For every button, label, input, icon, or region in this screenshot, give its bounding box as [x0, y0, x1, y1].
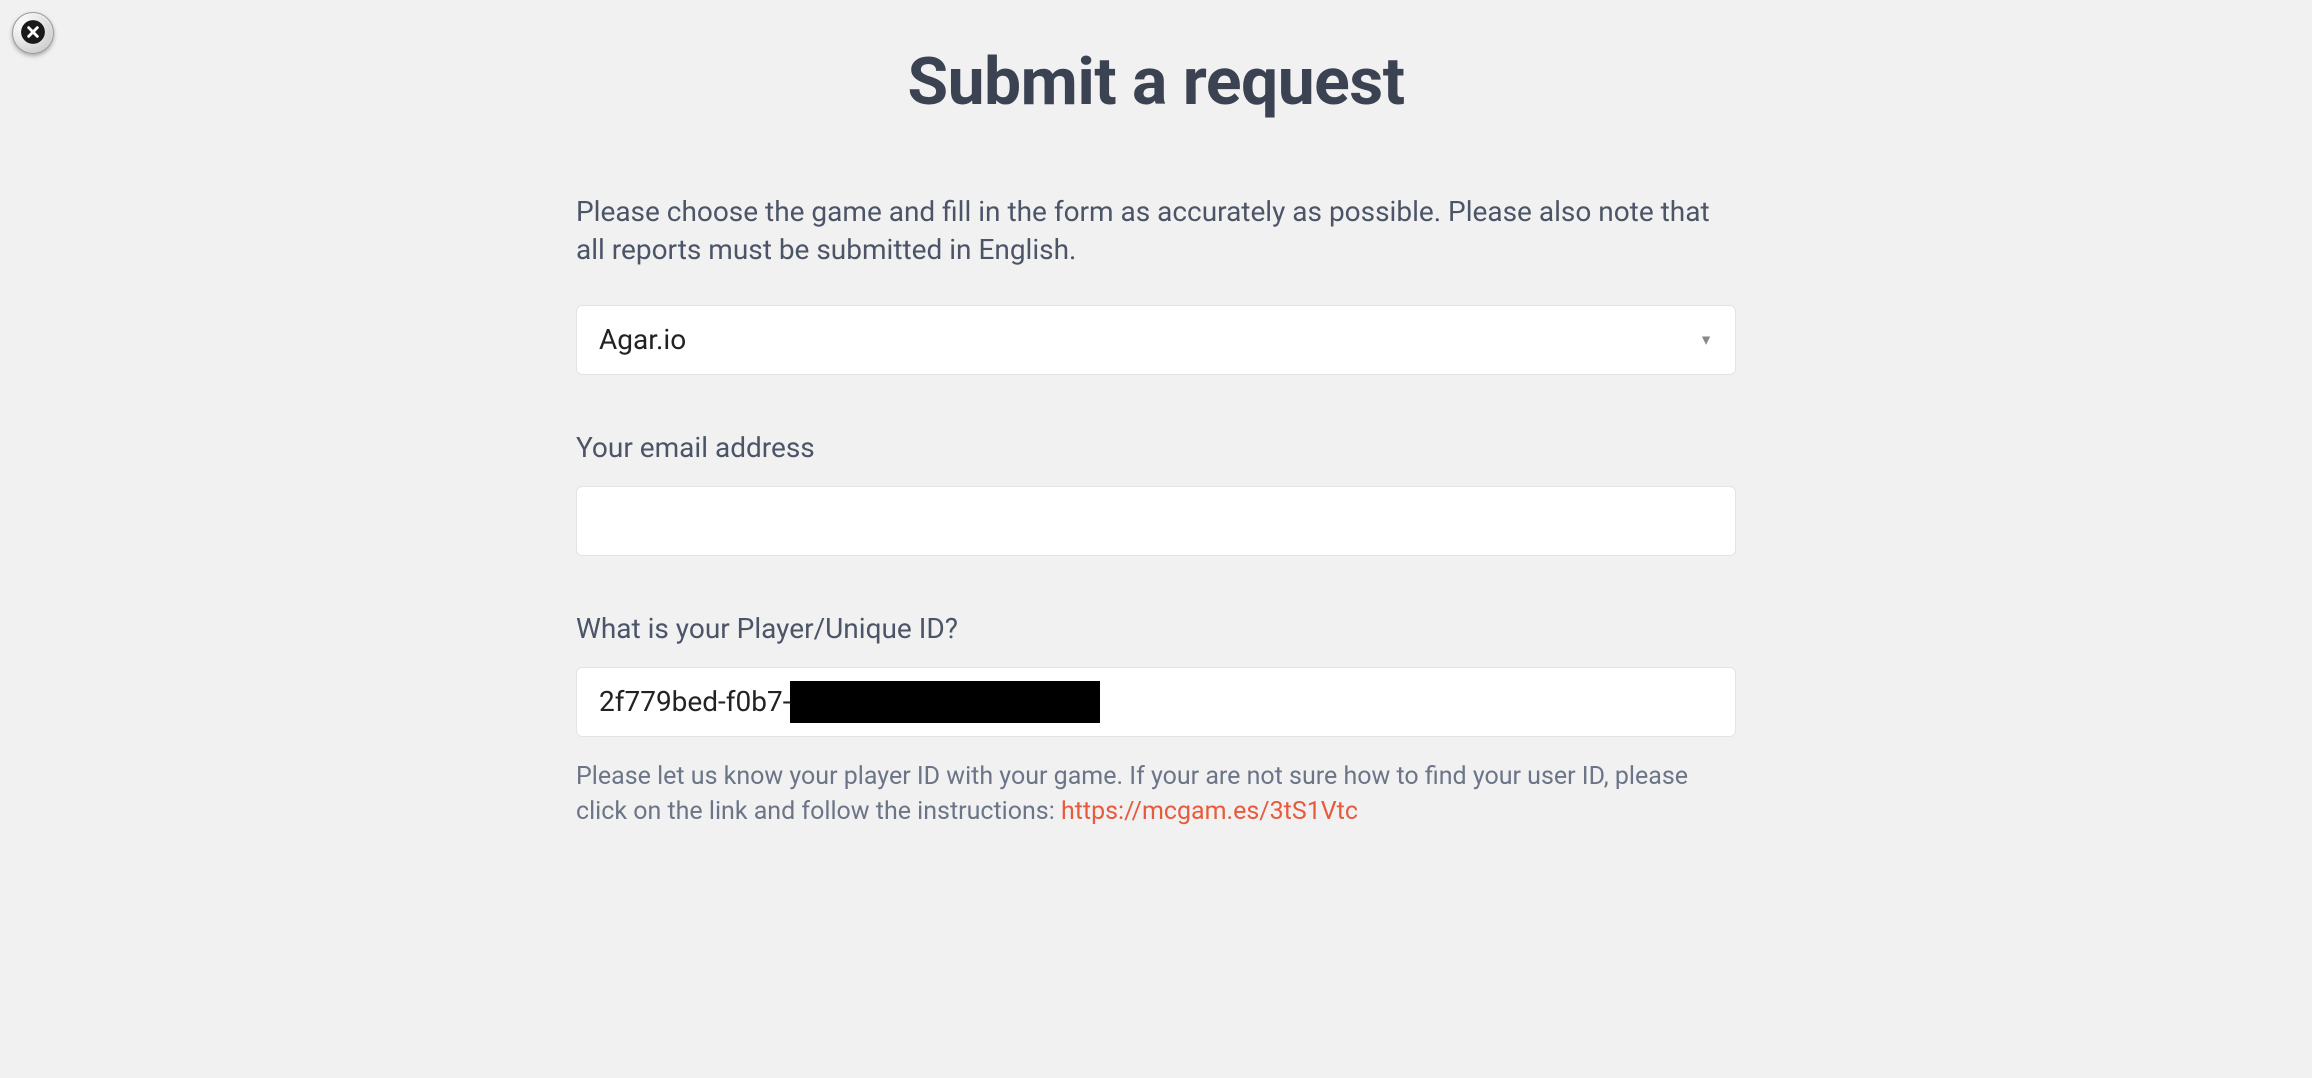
- player-id-visible-text: 2f779bed-f0b7-: [599, 685, 790, 718]
- chevron-down-icon: ▼: [1699, 331, 1713, 348]
- player-id-helper: Please let us know your player ID with y…: [576, 759, 1736, 829]
- form-instructions: Please choose the game and fill in the f…: [576, 193, 1736, 269]
- email-label: Your email address: [576, 431, 1736, 464]
- player-id-label: What is your Player/Unique ID?: [576, 612, 1736, 645]
- email-field-group: Your email address: [576, 431, 1736, 556]
- game-select-value: Agar.io: [599, 323, 686, 356]
- close-icon: [20, 19, 46, 48]
- game-select[interactable]: Agar.io ▼: [576, 305, 1736, 375]
- player-id-input[interactable]: 2f779bed-f0b7-: [576, 667, 1736, 737]
- page-title: Submit a request: [576, 44, 1736, 121]
- player-id-field-group: What is your Player/Unique ID? 2f779bed-…: [576, 612, 1736, 829]
- email-input[interactable]: [576, 486, 1736, 556]
- redacted-block: [790, 681, 1100, 723]
- request-form: Submit a request Please choose the game …: [576, 0, 1736, 829]
- game-field: Agar.io ▼: [576, 305, 1736, 375]
- close-button[interactable]: [12, 12, 54, 54]
- player-id-helper-link[interactable]: https://mcgam.es/3tS1Vtc: [1061, 797, 1358, 826]
